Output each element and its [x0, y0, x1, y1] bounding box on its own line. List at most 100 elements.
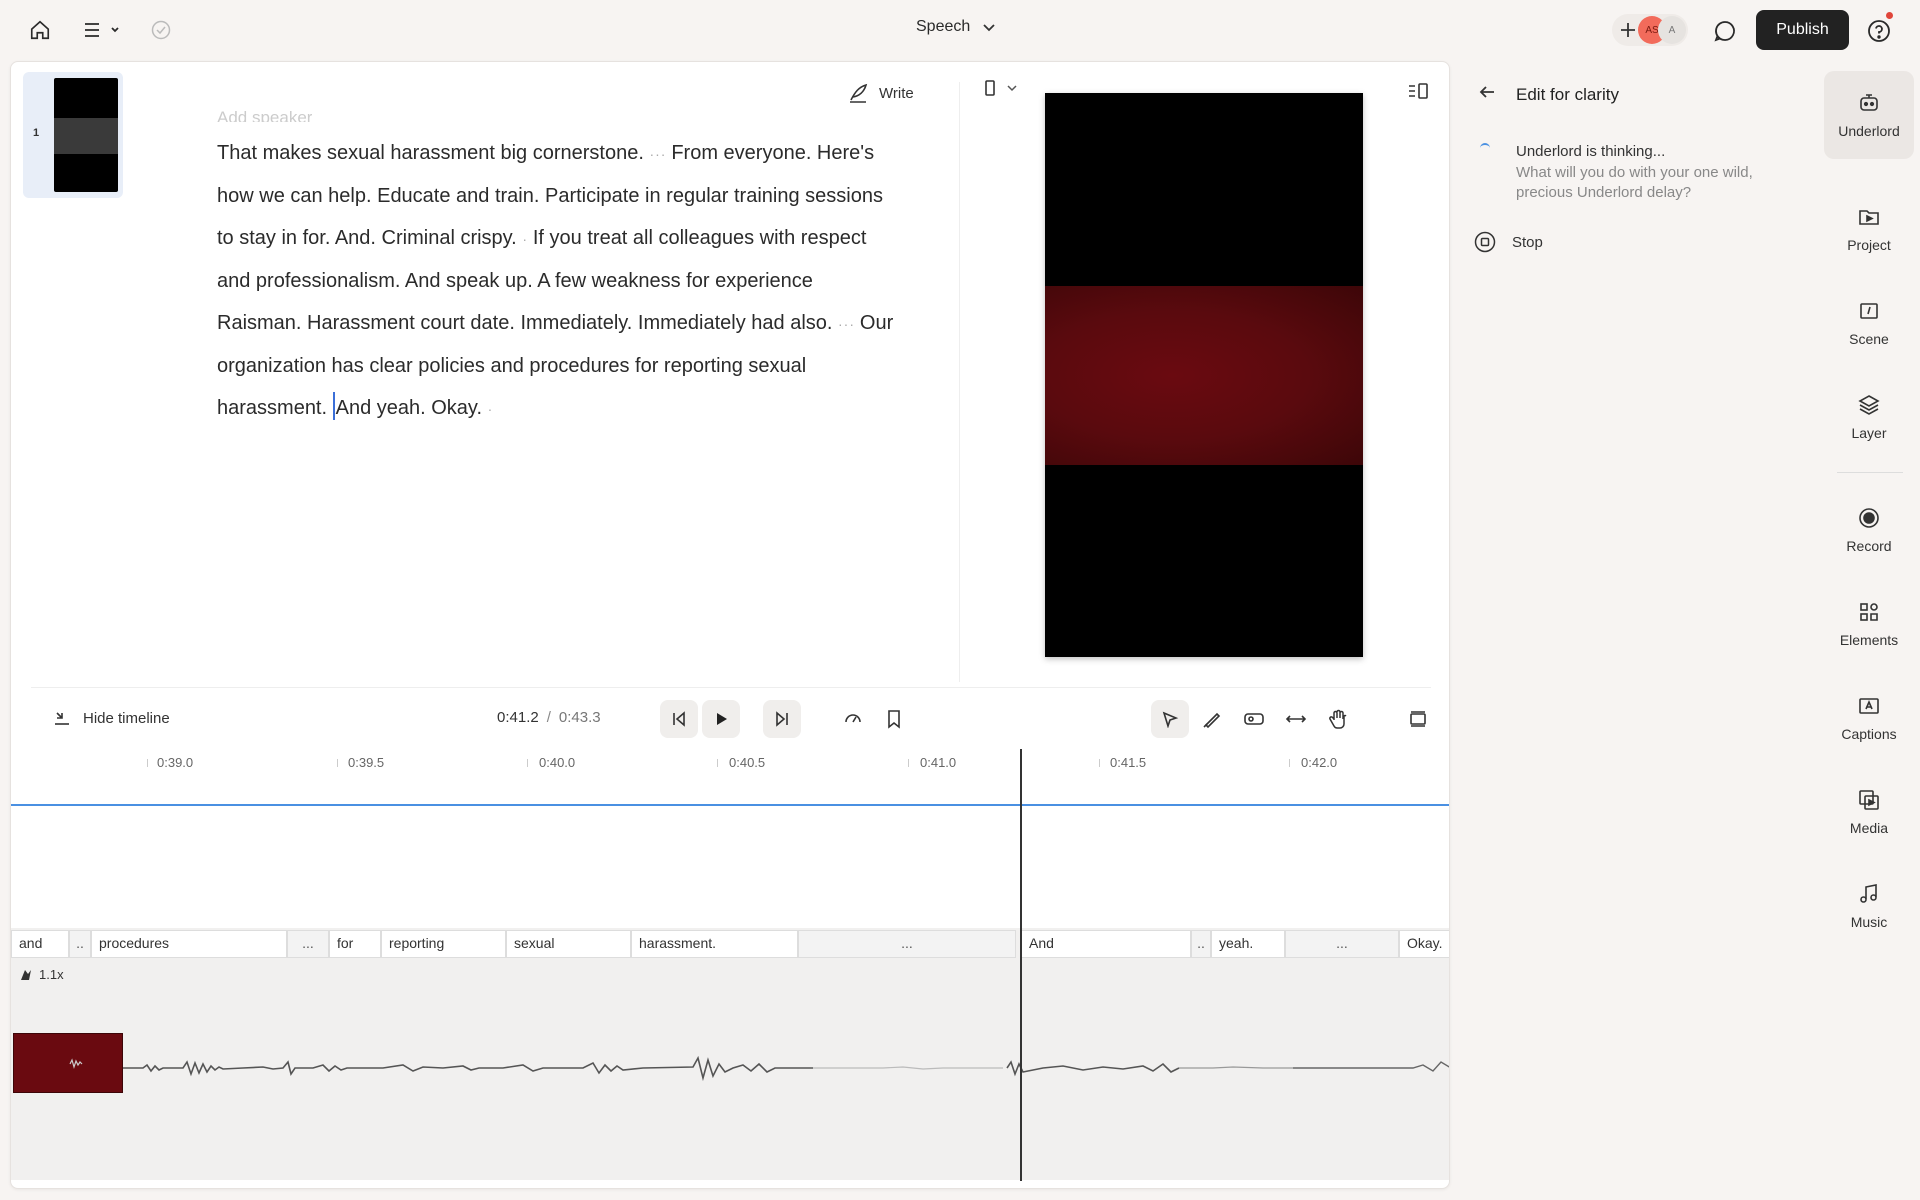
clip-speed-badge[interactable]: 1.1x	[19, 967, 64, 982]
text-cursor	[332, 392, 335, 420]
aspect-ratio-dropdown[interactable]	[984, 80, 1018, 96]
panel-title: Edit for clarity	[1516, 85, 1619, 104]
ruler-label: 0:42.0	[1301, 755, 1338, 770]
project-title[interactable]: Speech	[916, 18, 996, 36]
gap-clip[interactable]: ...	[1285, 930, 1399, 958]
stop-button[interactable]: Stop	[1474, 231, 1543, 253]
word-clip[interactable]: for	[329, 930, 381, 958]
time-display: 0:41.2 / 0:43.3	[497, 709, 601, 726]
panel-divider[interactable]	[959, 82, 960, 682]
sidebar-item-captions[interactable]: Captions	[1824, 674, 1914, 762]
timeline-layout-icon[interactable]	[1399, 700, 1437, 738]
skip-forward-icon[interactable]	[763, 700, 801, 738]
sidebar-item-elements[interactable]: Elements	[1824, 580, 1914, 668]
transcript-segment[interactable]: Criminal crispy.	[382, 227, 517, 249]
pause-marker[interactable]: ···	[649, 146, 671, 162]
gap-clip[interactable]: ..	[1191, 930, 1211, 958]
saved-check-icon	[150, 19, 172, 41]
hide-timeline-label: Hide timeline	[83, 709, 170, 727]
select-tool-icon[interactable]	[1151, 700, 1189, 738]
sidebar-item-record[interactable]: Record	[1824, 486, 1914, 574]
comment-icon[interactable]	[1712, 18, 1738, 44]
menu-icon[interactable]	[80, 18, 124, 42]
transcript-script[interactable]: That makes sexual harassment big corners…	[217, 132, 897, 430]
video-preview[interactable]	[1045, 93, 1363, 657]
ruler-label: 0:41.0	[920, 755, 957, 770]
publish-button[interactable]: Publish	[1756, 10, 1849, 50]
write-button[interactable]: Write	[847, 82, 914, 104]
scene-icon	[1860, 303, 1878, 319]
record-icon	[1859, 508, 1879, 528]
ripple-tool-icon[interactable]	[1235, 700, 1273, 738]
sidebar-item-media[interactable]: Media	[1824, 768, 1914, 856]
thinking-status: Underlord is thinking...	[1516, 143, 1666, 160]
sidebar-item-music[interactable]: Music	[1824, 862, 1914, 950]
gap-clip[interactable]: ..	[69, 930, 91, 958]
scene-track-bar[interactable]	[11, 804, 1449, 806]
robot-icon	[1860, 94, 1878, 111]
speed-value: 1.1x	[39, 967, 64, 982]
transcript-segment[interactable]: That makes sexual harassment big corners…	[217, 142, 644, 164]
scene-thumbnail[interactable]: 1	[23, 72, 123, 198]
collaborators[interactable]: AS A	[1612, 14, 1688, 46]
hide-timeline-button[interactable]: Hide timeline	[53, 709, 170, 727]
ruler-label: 0:40.5	[729, 755, 766, 770]
word-clip[interactable]: And	[1021, 930, 1191, 958]
loop-icon[interactable]	[834, 700, 872, 738]
top-bar: Speech AS A Publish	[0, 0, 1920, 60]
avatar[interactable]: A	[1658, 16, 1686, 44]
word-clip[interactable]: procedures	[91, 930, 287, 958]
plus-icon[interactable]	[1618, 20, 1638, 40]
ruler-label: 0:41.5	[1110, 755, 1147, 770]
word-clip[interactable]: sexual	[506, 930, 631, 958]
portrait-frame-icon	[985, 80, 995, 96]
pause-marker[interactable]: ·	[488, 401, 494, 417]
audio-waveform[interactable]	[123, 1038, 1449, 1103]
layers-icon	[1858, 395, 1880, 415]
gap-clip[interactable]: ...	[798, 930, 1016, 958]
ruler-label: 0:40.0	[539, 755, 576, 770]
scene-number: 1	[33, 127, 40, 139]
project-icon	[1859, 210, 1879, 225]
pause-marker[interactable]: ·	[522, 231, 533, 247]
home-icon[interactable]	[28, 18, 52, 42]
sidebar-item-layer[interactable]: Layer	[1824, 373, 1914, 461]
sidebar-item-scene[interactable]: Scene	[1824, 279, 1914, 367]
play-icon[interactable]	[702, 700, 740, 738]
sidebar-item-underlord[interactable]: Underlord	[1824, 71, 1914, 159]
write-label: Write	[879, 84, 914, 102]
word-clip[interactable]: reporting	[381, 930, 506, 958]
collapse-timeline-icon	[55, 712, 69, 725]
captions-icon	[1859, 698, 1879, 714]
sidebar-item-label: Underlord	[1838, 123, 1900, 139]
sidebar-item-label: Media	[1849, 820, 1889, 836]
word-clip[interactable]: harassment.	[631, 930, 798, 958]
word-clip[interactable]: yeah.	[1211, 930, 1285, 958]
gap-clip[interactable]: ...	[287, 930, 329, 958]
transcript-segment[interactable]: And yeah. Okay.	[336, 397, 482, 419]
skip-back-icon[interactable]	[660, 700, 698, 738]
sidebar-item-label: Project	[1847, 237, 1891, 253]
bookmark-icon[interactable]	[875, 700, 913, 738]
sidebar-item-project[interactable]: Project	[1824, 185, 1914, 273]
stretch-tool-icon[interactable]	[1277, 700, 1315, 738]
word-clip[interactable]: Okay.	[1399, 930, 1449, 958]
help-icon[interactable]	[1866, 12, 1893, 44]
word-clip[interactable]: and	[11, 930, 69, 958]
add-speaker-label[interactable]: Add speaker	[217, 108, 312, 122]
media-icon	[1859, 790, 1879, 810]
back-arrow-icon[interactable]	[1478, 83, 1496, 106]
stop-label: Stop	[1512, 233, 1543, 251]
video-frame-content	[1045, 286, 1363, 465]
timeline-divider	[31, 687, 1431, 688]
playhead[interactable]	[1020, 749, 1022, 1181]
editor-panel: 1 Add speaker That makes sexual harassme…	[10, 61, 1450, 1189]
video-clip-thumbnail[interactable]	[13, 1033, 123, 1093]
hand-tool-icon[interactable]	[1319, 700, 1357, 738]
project-name: Speech	[916, 18, 971, 35]
music-icon	[1860, 884, 1877, 903]
write-icon	[850, 83, 868, 103]
blade-tool-icon[interactable]	[1193, 700, 1231, 738]
pause-marker[interactable]: ···	[838, 316, 860, 332]
layout-icon[interactable]	[1407, 82, 1429, 107]
